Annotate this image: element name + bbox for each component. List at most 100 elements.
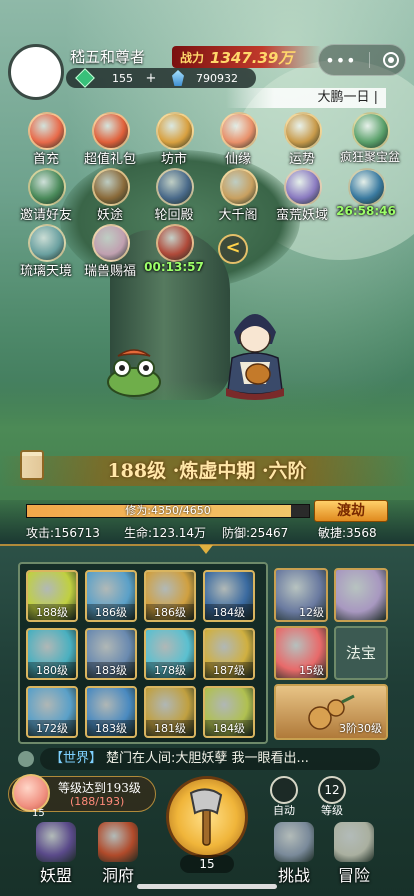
world-chat-bar[interactable]: 【世界】 楚门在人间:大胆妖孽 我一眼看出... <box>40 748 380 770</box>
fate-button[interactable]: 仙缘 <box>206 112 270 174</box>
attack-stat: 攻击:156713 <box>26 526 100 540</box>
gift-bag-icon <box>28 112 66 150</box>
cultivation-level-banner: 188级 ·炼虚中期 ·六阶 <box>0 456 414 486</box>
daqian-pavilion-button[interactable]: 大千阁 <box>206 168 270 230</box>
axe-chop-button[interactable] <box>166 776 248 858</box>
temple-icon <box>156 168 194 206</box>
frog-pet[interactable] <box>104 348 164 398</box>
peach-icon <box>12 774 50 812</box>
equipment-slot-weapon[interactable]: 188级 <box>26 570 78 622</box>
capsule-divider <box>369 52 371 68</box>
jade-value: 155 <box>112 71 133 85</box>
auto-icon[interactable] <box>270 776 298 804</box>
icon-label: 蛮荒妖域 <box>275 208 328 223</box>
cultivation-progress-bar: 修为:4350/4650 <box>26 504 310 518</box>
equipment-slot-necklace[interactable]: 180级 <box>26 628 78 680</box>
spirit-orb-slot[interactable]: 15级 <box>274 626 328 680</box>
icon-label: 疯狂聚宝盆 <box>339 150 400 164</box>
magic-treasure-slot[interactable]: 法宝 <box>334 626 388 680</box>
tribulation-button[interactable]: 渡劫 <box>314 500 388 522</box>
region-name[interactable]: 大鹏一日 | <box>226 88 386 108</box>
book-icon <box>92 168 130 206</box>
beast-blessing-button[interactable]: 瑞兽赐福 <box>78 224 142 286</box>
jade-icon <box>75 68 95 88</box>
equipment-slot-gloves[interactable]: 181级 <box>144 686 196 738</box>
gourd-treasure-slot[interactable]: 3阶30级 <box>274 684 388 740</box>
agility-stat: 敏捷:3568 <box>318 526 377 540</box>
chat-channel: 【世界】 <box>50 751 103 766</box>
companion-slot[interactable] <box>334 568 388 622</box>
icon-label: 邀请好友 <box>19 208 72 223</box>
speaker-icon <box>18 751 34 767</box>
market-button[interactable]: 坊市 <box>142 112 206 174</box>
icon-label: 超值礼包 <box>83 152 136 167</box>
wild-demon-realm-button[interactable]: 蛮荒妖域 <box>270 168 334 230</box>
resource-bar: 155 + 790932 <box>66 68 256 88</box>
icon-label: 大千阁 <box>218 208 258 223</box>
treasure-bowl-button[interactable]: 疯狂聚宝盆 <box>338 112 402 174</box>
reincarnation-hall-button[interactable]: 轮回殿 <box>142 168 206 230</box>
level-badge-label: 等级 <box>321 804 343 817</box>
fortune-button[interactable]: 运势 <box>270 112 334 174</box>
fortune-sticks-icon <box>284 112 322 150</box>
icon-label: 琉璃天境 <box>19 264 72 279</box>
player-character[interactable] <box>220 300 290 400</box>
icon-label: 首充 <box>32 152 59 167</box>
equipment-slot-pendant[interactable]: 187级 <box>203 628 255 680</box>
player-avatar[interactable] <box>8 44 64 100</box>
goal-progress: (188/193) <box>70 795 125 808</box>
nav-cave-button[interactable]: 洞府 <box>86 818 150 885</box>
pet-level: 12级 <box>299 606 324 619</box>
player-name: 嵇五和尊者 <box>70 48 146 66</box>
crystal-value: 790932 <box>196 71 238 85</box>
icon-label: 仙缘 <box>224 152 251 167</box>
portal-icon <box>284 168 322 206</box>
fox-icon <box>92 224 130 262</box>
nav-adventure-button[interactable]: 冒险 <box>322 818 386 885</box>
challenge-icon <box>274 822 314 862</box>
gear-level: 178级 <box>146 662 194 678</box>
value-pack-button[interactable]: 超值礼包 <box>78 112 142 174</box>
equipment-slot-bracer[interactable]: 178级 <box>144 628 196 680</box>
red-gift-icon <box>156 224 194 262</box>
more-icon[interactable]: ••• <box>325 51 356 70</box>
goal-text: 等级达到193级 <box>58 781 141 795</box>
nav-label: 冒险 <box>337 866 370 885</box>
power-label: 战力 <box>180 50 205 65</box>
equipment-slot-boots[interactable]: 172级 <box>26 686 78 738</box>
equipment-slot-cloak[interactable]: 183级 <box>85 686 137 738</box>
limited-gift-button[interactable]: 00:13:57 <box>142 224 206 286</box>
nav-label: 妖盟 <box>39 866 72 885</box>
equipment-slot-belt[interactable]: 184级 <box>203 570 255 622</box>
icon-label: 轮回殿 <box>154 208 194 223</box>
spirit-beast-slot[interactable]: 12级 <box>274 568 328 622</box>
sect-icon <box>36 822 76 862</box>
equipment-slot-helmet[interactable]: 186级 <box>85 570 137 622</box>
event-timer: 26:58:46 <box>336 204 396 218</box>
nav-challenge-button[interactable]: 挑战 <box>262 818 326 885</box>
collapse-arrow-button[interactable]: < <box>218 234 248 264</box>
invite-friends-button[interactable]: 邀请好友 <box>14 168 78 230</box>
close-icon[interactable] <box>382 52 399 68</box>
gear-level: 172级 <box>28 720 76 736</box>
equipment-slot-talisman[interactable]: 184级 <box>203 686 255 738</box>
cave-icon <box>98 822 138 862</box>
first-recharge-button[interactable]: 首充 <box>14 112 78 174</box>
gear-level: 181级 <box>146 720 194 736</box>
auto-label: 自动 <box>273 804 295 817</box>
timed-event-button[interactable]: 26:58:46 <box>334 168 398 230</box>
scroll-icon <box>220 168 258 206</box>
add-jade-button[interactable]: + <box>142 71 160 86</box>
defense-stat: 防御:25467 <box>222 526 289 540</box>
level-badge-button[interactable]: 12 <box>318 776 346 804</box>
axe-count: 15 <box>180 855 234 873</box>
home-indicator <box>137 884 277 889</box>
equipment-slot-ring[interactable]: 183级 <box>85 628 137 680</box>
nav-sect-button[interactable]: 妖盟 <box>24 818 88 885</box>
equipment-slot-armor[interactable]: 186级 <box>144 570 196 622</box>
glass-heaven-button[interactable]: 琉璃天境 <box>14 224 78 286</box>
icon-label: 运势 <box>288 152 315 167</box>
demon-path-button[interactable]: 妖途 <box>78 168 142 230</box>
gear-level: 188级 <box>28 604 76 620</box>
gear-level: 183级 <box>87 720 135 736</box>
